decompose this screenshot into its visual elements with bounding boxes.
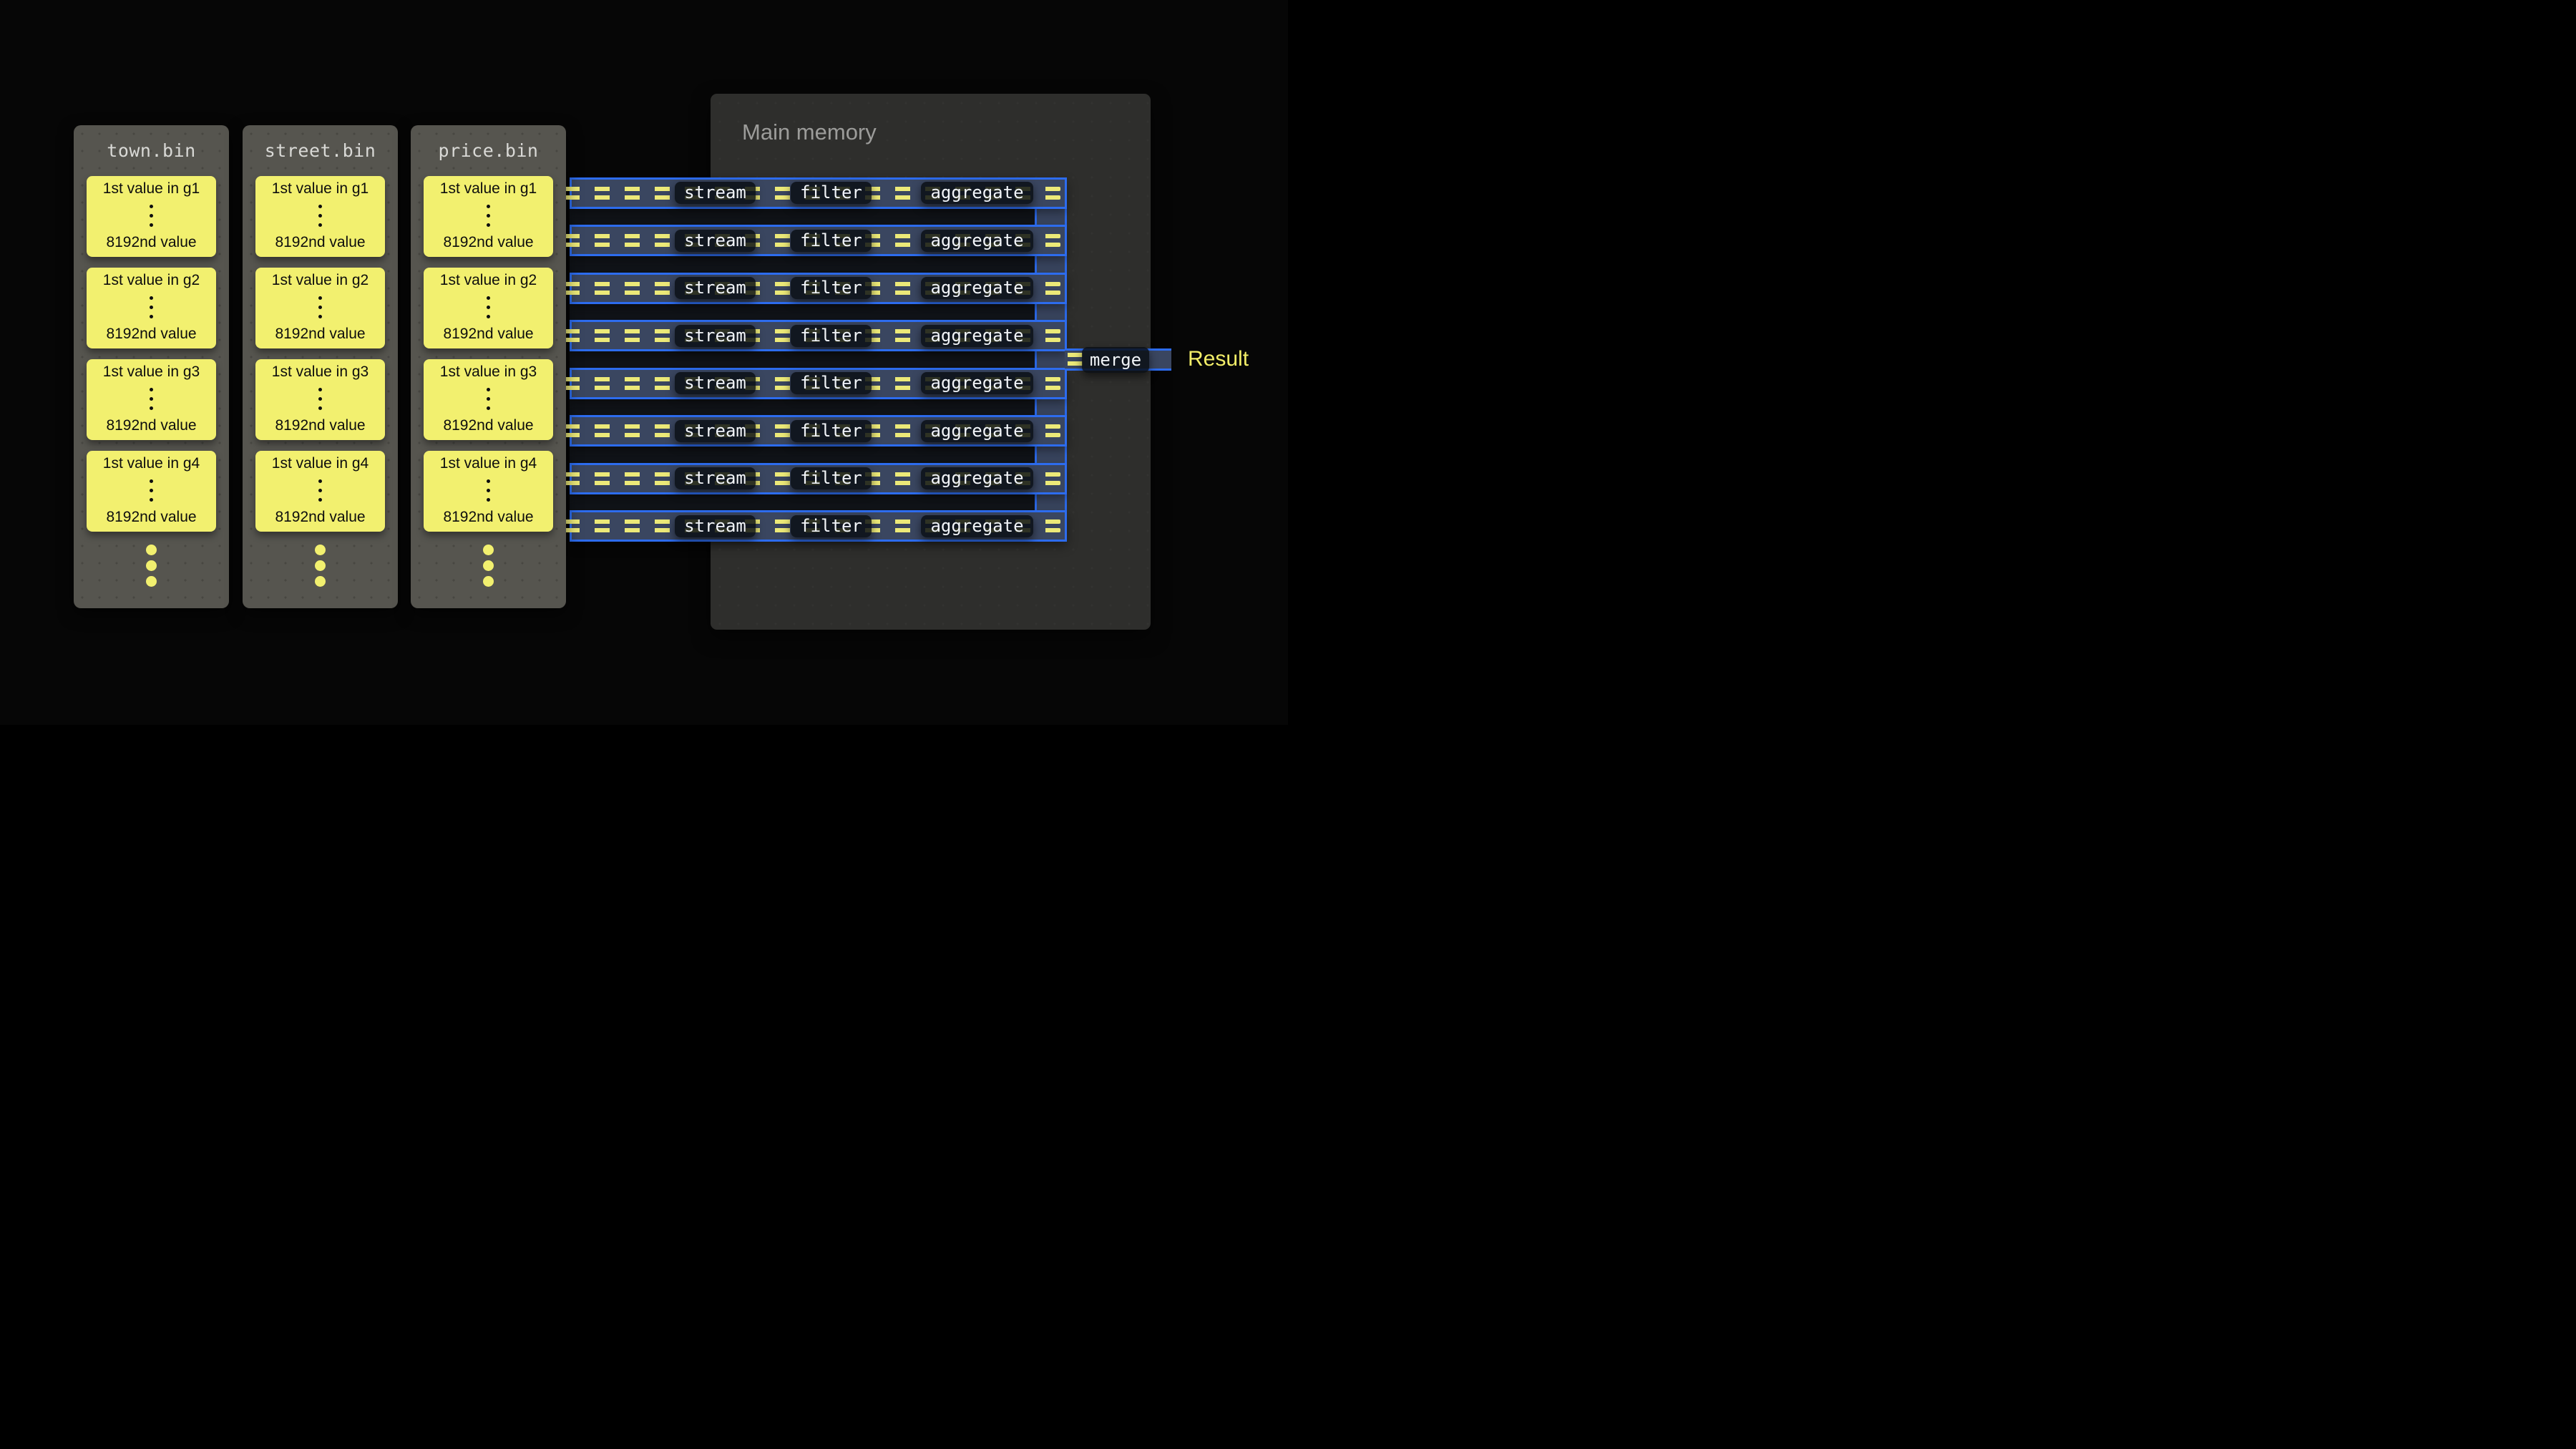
group-last-value-label: 8192nd value <box>443 417 533 434</box>
file-column-title: street.bin <box>243 125 398 176</box>
more-groups-ellipsis-icon <box>74 545 229 587</box>
group-last-value-label: 8192nd value <box>443 234 533 251</box>
value-group-box: 1st value in g4 8192nd value <box>87 451 216 532</box>
file-column: street.bin 1st value in g1 8192nd value … <box>243 125 398 608</box>
group-first-value-label: 1st value in g2 <box>103 272 200 289</box>
vertical-ellipsis-icon <box>150 388 153 410</box>
merge-stage-chip: merge <box>1082 347 1149 373</box>
value-group-box: 1st value in g4 8192nd value <box>424 451 553 532</box>
vertical-ellipsis-icon <box>318 388 322 410</box>
value-group-box: 1st value in g4 8192nd value <box>255 451 385 532</box>
dataflow-dash-icon <box>1068 353 1083 366</box>
merge-band: merge <box>1065 348 1171 371</box>
vertical-ellipsis-icon <box>487 388 490 410</box>
vertical-ellipsis-icon <box>150 205 153 227</box>
group-last-value-label: 8192nd value <box>443 509 533 526</box>
group-last-value-label: 8192nd value <box>275 417 365 434</box>
file-column-groups: 1st value in g1 8192nd value 1st value i… <box>74 176 229 532</box>
group-last-value-label: 8192nd value <box>106 234 196 251</box>
vertical-ellipsis-icon <box>150 296 153 318</box>
group-last-value-label: 8192nd value <box>106 326 196 343</box>
group-last-value-label: 8192nd value <box>443 326 533 343</box>
group-first-value-label: 1st value in g1 <box>272 180 369 197</box>
group-first-value-label: 1st value in g3 <box>272 364 369 381</box>
file-column: price.bin 1st value in g1 8192nd value 1… <box>411 125 566 608</box>
vertical-ellipsis-icon <box>150 479 153 502</box>
value-group-box: 1st value in g3 8192nd value <box>255 359 385 440</box>
group-last-value-label: 8192nd value <box>106 417 196 434</box>
more-groups-ellipsis-icon <box>243 545 398 587</box>
group-last-value-label: 8192nd value <box>275 234 365 251</box>
group-last-value-label: 8192nd value <box>106 509 196 526</box>
group-first-value-label: 1st value in g3 <box>440 364 537 381</box>
result-label: Result <box>1188 347 1249 371</box>
value-group-box: 1st value in g2 8192nd value <box>87 268 216 348</box>
group-first-value-label: 1st value in g2 <box>272 272 369 289</box>
vertical-ellipsis-icon <box>318 479 322 502</box>
value-group-box: 1st value in g2 8192nd value <box>424 268 553 348</box>
vertical-ellipsis-icon <box>487 296 490 318</box>
value-group-box: 1st value in g1 8192nd value <box>87 176 216 257</box>
vertical-ellipsis-icon <box>487 479 490 502</box>
group-last-value-label: 8192nd value <box>275 326 365 343</box>
group-first-value-label: 1st value in g1 <box>103 180 200 197</box>
group-first-value-label: 1st value in g3 <box>103 364 200 381</box>
file-column: town.bin 1st value in g1 8192nd value 1s… <box>74 125 229 608</box>
vertical-ellipsis-icon <box>318 296 322 318</box>
vertical-ellipsis-icon <box>318 205 322 227</box>
value-group-box: 1st value in g1 8192nd value <box>424 176 553 257</box>
diagram-canvas: Main memory stream filter aggregate stre… <box>0 0 1288 725</box>
group-first-value-label: 1st value in g1 <box>440 180 537 197</box>
group-first-value-label: 1st value in g4 <box>103 455 200 472</box>
value-group-box: 1st value in g2 8192nd value <box>255 268 385 348</box>
file-column-groups: 1st value in g1 8192nd value 1st value i… <box>243 176 398 532</box>
vertical-ellipsis-icon <box>487 205 490 227</box>
value-group-box: 1st value in g3 8192nd value <box>87 359 216 440</box>
file-column-title: price.bin <box>411 125 566 176</box>
value-group-box: 1st value in g1 8192nd value <box>255 176 385 257</box>
file-column-groups: 1st value in g1 8192nd value 1st value i… <box>411 176 566 532</box>
group-first-value-label: 1st value in g4 <box>272 455 369 472</box>
more-groups-ellipsis-icon <box>411 545 566 587</box>
main-memory-title: Main memory <box>742 119 877 145</box>
group-last-value-label: 8192nd value <box>275 509 365 526</box>
group-first-value-label: 1st value in g2 <box>440 272 537 289</box>
file-column-title: town.bin <box>74 125 229 176</box>
value-group-box: 1st value in g3 8192nd value <box>424 359 553 440</box>
group-first-value-label: 1st value in g4 <box>440 455 537 472</box>
